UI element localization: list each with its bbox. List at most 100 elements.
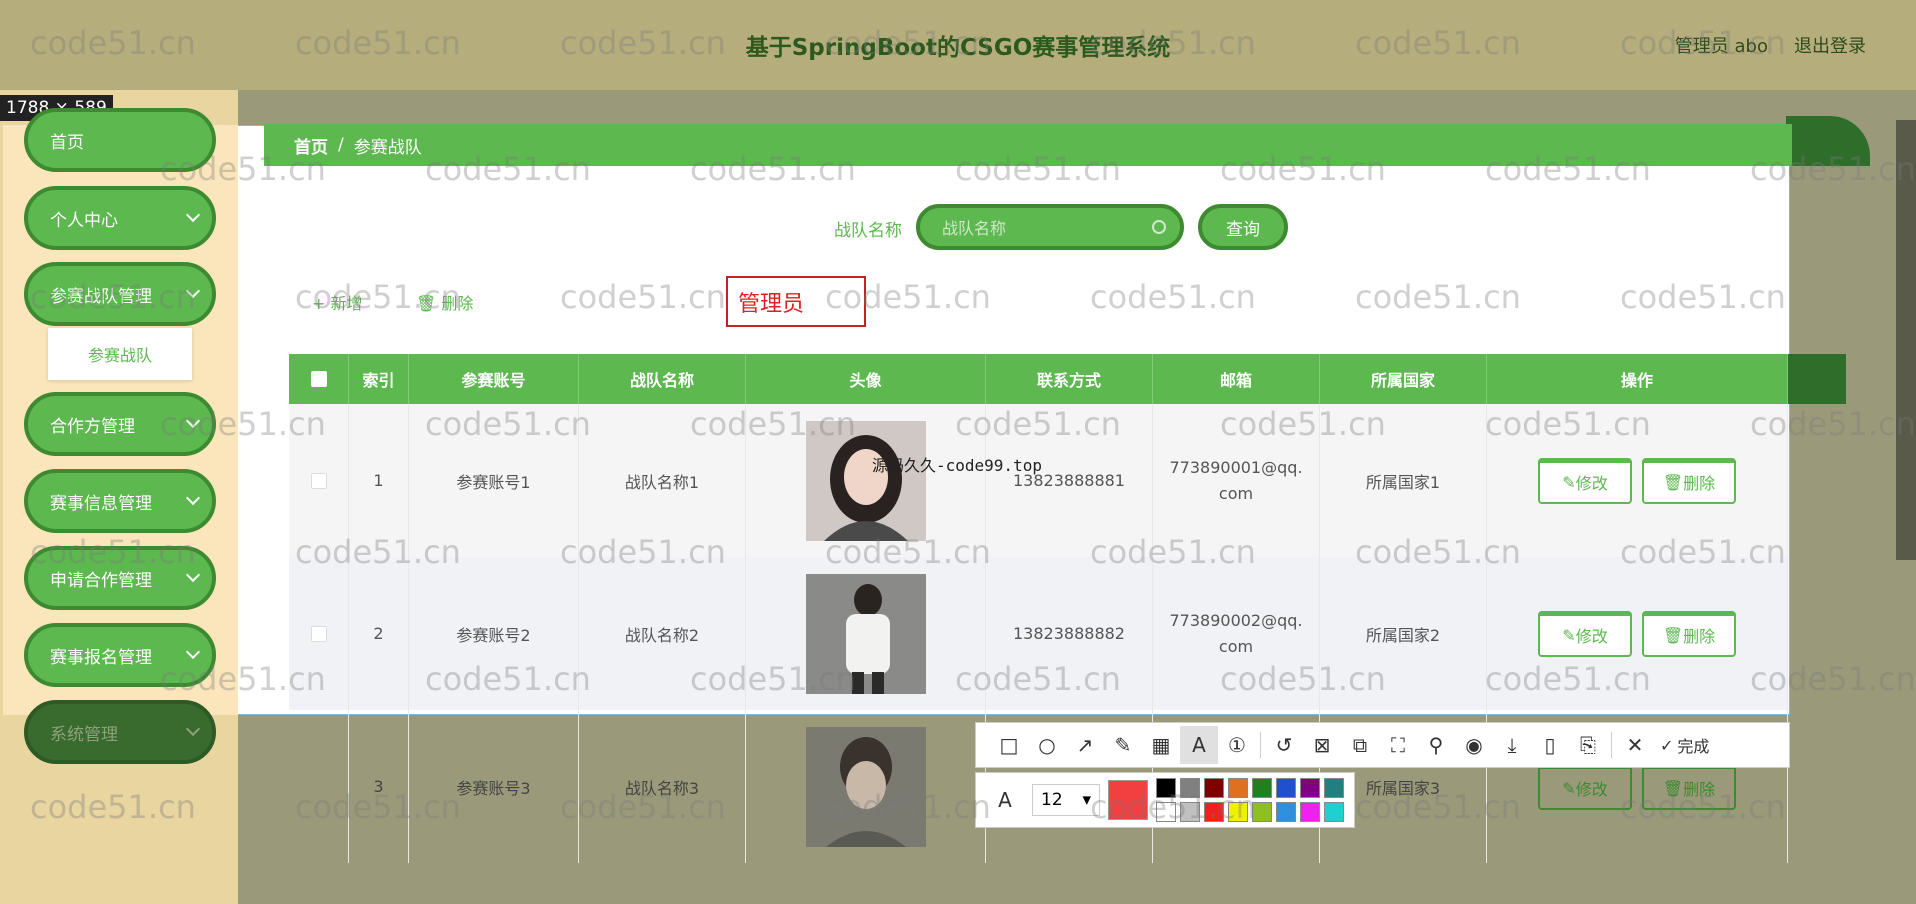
font-size-select[interactable]: 12 ▾ xyxy=(1032,784,1100,816)
sidebar-subitem-teams[interactable]: 参赛战队 xyxy=(48,328,192,380)
trash-icon: 🗑 xyxy=(1662,472,1684,492)
chevron-down-icon xyxy=(185,721,201,737)
ocr-icon[interactable]: ⊠ xyxy=(1303,726,1341,764)
scan-icon[interactable]: ⛶ xyxy=(1379,726,1417,764)
avatar xyxy=(805,420,926,541)
color-swatch[interactable] xyxy=(1156,778,1176,798)
chevron-down-icon xyxy=(185,490,201,506)
download-icon[interactable]: ⤓ xyxy=(1493,726,1531,764)
color-swatch[interactable] xyxy=(1276,778,1296,798)
mosaic-tool-icon[interactable]: ▦ xyxy=(1142,726,1180,764)
done-button[interactable]: ✓ 完成 xyxy=(1660,733,1709,757)
done-label: 完成 xyxy=(1677,737,1710,756)
color-swatch[interactable] xyxy=(1204,802,1224,822)
app-title: 基于SpringBoot的CSGO赛事管理系统 xyxy=(745,35,1171,61)
logout-link[interactable]: 退出登录 xyxy=(1794,32,1866,58)
sidebar-item-system-management[interactable]: 系统管理 xyxy=(24,700,216,764)
row-select-cell xyxy=(289,404,349,557)
color-swatch[interactable] xyxy=(1228,802,1248,822)
breadcrumb: 首页 / 参赛战队 xyxy=(264,124,1792,166)
edit-button[interactable]: ✎ 修改 xyxy=(1538,763,1632,810)
text-tool-icon[interactable]: A xyxy=(1180,726,1218,764)
breadcrumb-separator: / xyxy=(338,135,344,155)
color-swatch[interactable] xyxy=(1252,802,1272,822)
sidebar-item-team-management[interactable]: 参赛战队管理 xyxy=(24,262,216,326)
edit-label: 修改 xyxy=(1575,474,1608,493)
sidebar-item-partner-management[interactable]: 合作方管理 xyxy=(24,392,216,456)
avatar-cell xyxy=(746,557,986,710)
sidebar-item-event-info[interactable]: 赛事信息管理 xyxy=(24,469,216,533)
color-swatch[interactable] xyxy=(1300,802,1320,822)
color-swatch[interactable] xyxy=(1324,778,1344,798)
email-value: 773890001@qq.com xyxy=(1169,457,1303,503)
overlay-watermark-text: 源码久久-code99.top xyxy=(872,456,1042,475)
edit-label: 修改 xyxy=(1575,780,1608,799)
team-name-cell: 战队名称3 xyxy=(579,710,746,863)
email-value: 773890002@qq.com xyxy=(1169,610,1303,656)
breadcrumb-home[interactable]: 首页 xyxy=(294,133,328,158)
edit-button[interactable]: ✎ 修改 xyxy=(1538,610,1632,657)
current-color-swatch[interactable] xyxy=(1108,780,1148,820)
color-swatch[interactable] xyxy=(1300,778,1320,798)
sidebar-item-label: 系统管理 xyxy=(50,724,118,745)
row-checkbox[interactable] xyxy=(310,472,327,489)
delete-button[interactable]: 🗑 删除 xyxy=(1642,763,1736,810)
table-row: 2 参赛账号2 战队名称2 13823888882 773890002@qq.c… xyxy=(289,557,1788,710)
close-icon[interactable]: ✕ xyxy=(1616,726,1654,764)
color-swatch[interactable] xyxy=(1252,778,1272,798)
sidebar-item-home[interactable]: 首页 xyxy=(24,108,216,172)
color-swatch[interactable] xyxy=(1156,802,1176,822)
translate-icon[interactable]: ⧉ xyxy=(1341,726,1379,764)
avatar xyxy=(805,573,926,694)
edit-button[interactable]: ✎ 修改 xyxy=(1538,457,1632,504)
select-all-checkbox[interactable] xyxy=(310,371,327,387)
delete-label: 删除 xyxy=(1683,474,1716,493)
avatar-cell xyxy=(746,710,986,863)
column-header: 联系方式 xyxy=(986,354,1153,404)
sidebar-item-event-registration[interactable]: 赛事报名管理 xyxy=(24,623,216,687)
rectangle-tool-icon[interactable]: □ xyxy=(990,726,1028,764)
delete-label: 删除 xyxy=(1683,780,1716,799)
sidebar-item-label: 赛事信息管理 xyxy=(50,493,152,514)
scrollbar[interactable] xyxy=(1896,120,1916,560)
delete-button[interactable]: 🗑 删除 xyxy=(1642,610,1736,657)
arrow-tool-icon[interactable]: ↗ xyxy=(1066,726,1104,764)
font-size-value: 12 xyxy=(1041,790,1063,810)
column-header: 索引 xyxy=(349,354,409,404)
account-cell: 参赛账号3 xyxy=(409,710,579,863)
search-input[interactable]: 战队名称 xyxy=(916,204,1184,250)
team-name-cell: 战队名称1 xyxy=(579,404,746,557)
pin-icon[interactable]: ⚲ xyxy=(1417,726,1455,764)
color-swatch[interactable] xyxy=(1324,802,1344,822)
sidebar-item-cooperation-requests[interactable]: 申请合作管理 xyxy=(24,546,216,610)
sidebar-item-personal-center[interactable]: 个人中心 xyxy=(24,186,216,250)
search-button[interactable]: 查询 xyxy=(1198,204,1288,250)
delete-button[interactable]: 🗑 删除 xyxy=(1642,457,1736,504)
check-icon: ✓ xyxy=(1660,735,1674,755)
phone-cell: 13823888881 xyxy=(986,404,1153,557)
device-icon[interactable]: ▯ xyxy=(1531,726,1569,764)
add-button[interactable]: + 新增 xyxy=(312,290,363,314)
pen-tool-icon[interactable]: ✎ xyxy=(1104,726,1142,764)
sidebar-item-label: 参赛战队管理 xyxy=(50,286,152,307)
row-select-cell xyxy=(289,557,349,710)
index-cell: 1 xyxy=(349,404,409,557)
color-swatch[interactable] xyxy=(1276,802,1296,822)
color-swatch[interactable] xyxy=(1180,778,1200,798)
undo-icon[interactable]: ↺ xyxy=(1265,726,1303,764)
bookmark-icon[interactable]: ⎘ xyxy=(1569,726,1607,764)
color-swatch[interactable] xyxy=(1228,778,1248,798)
caret-down-icon: ▾ xyxy=(1082,790,1091,810)
ellipse-tool-icon[interactable]: ○ xyxy=(1028,726,1066,764)
table-header-row: 索引 参赛账号 战队名称 头像 联系方式 邮箱 所属国家 操作 xyxy=(289,354,1788,404)
account-cell: 参赛账号1 xyxy=(409,404,579,557)
batch-delete-button[interactable]: 🗑 删除 xyxy=(416,290,473,314)
row-checkbox[interactable] xyxy=(310,625,327,642)
record-icon[interactable]: ◉ xyxy=(1455,726,1493,764)
search-icon xyxy=(1152,220,1166,234)
annotation-text-box[interactable]: 管理员 xyxy=(726,276,866,327)
number-tool-icon[interactable]: ① xyxy=(1218,726,1256,764)
breadcrumb-current: 参赛战队 xyxy=(353,137,422,158)
color-swatch[interactable] xyxy=(1204,778,1224,798)
color-swatch[interactable] xyxy=(1180,802,1200,822)
